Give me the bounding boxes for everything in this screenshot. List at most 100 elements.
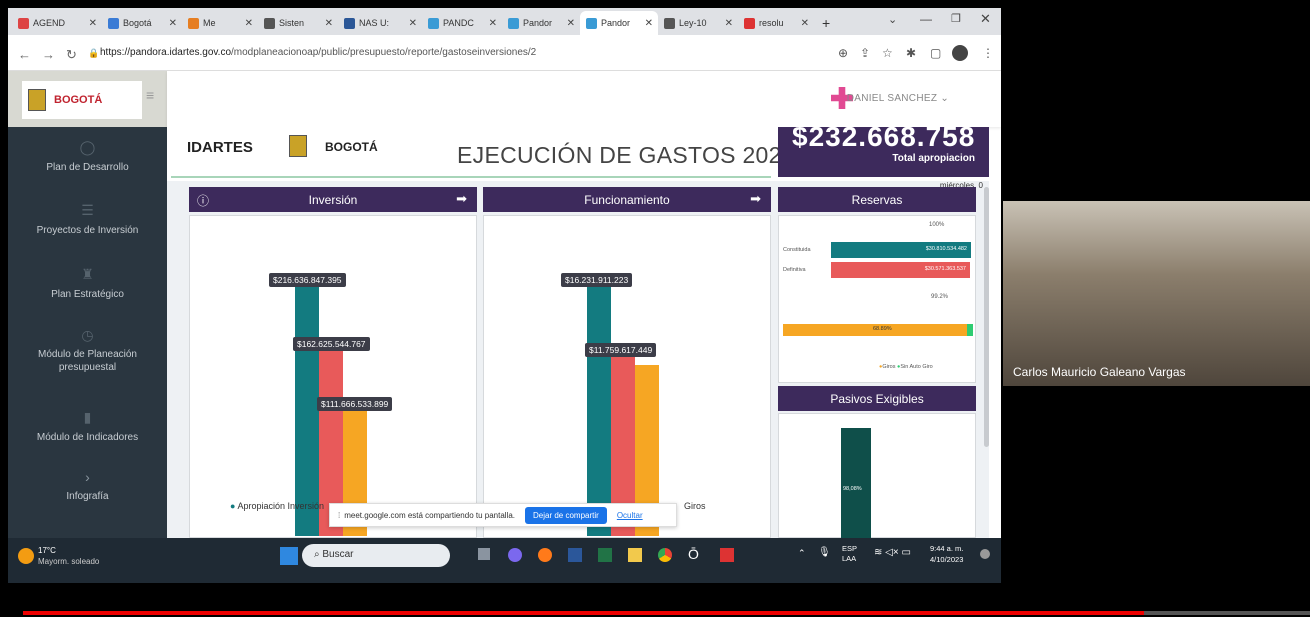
minimize-icon[interactable]: — — [920, 12, 932, 26]
sidebar-item-indicadores[interactable]: ▮ Módulo de Indicadores — [8, 409, 167, 443]
inversion-panel: $216.636.847.395 $162.625.544.767 $111.666… — [189, 215, 477, 538]
new-tab-button[interactable]: + — [816, 11, 836, 35]
browser-tab[interactable]: NAS U: ✕ — [338, 11, 422, 35]
info-icon[interactable]: ⓘ — [197, 192, 209, 209]
notification-icon[interactable] — [980, 549, 990, 559]
close-window-icon[interactable]: ✕ — [980, 11, 991, 27]
profile-avatar[interactable] — [952, 45, 968, 61]
forward-icon[interactable]: → — [42, 47, 55, 62]
reservas-legend: ●Giros ●Sin Auto Giro — [879, 364, 933, 370]
bogota-logo: BOGOTÁ — [325, 140, 378, 154]
total-amount-box: $232.668.758 Total apropiacion — [778, 121, 989, 177]
reserva-bar: $30.571.363.537 — [831, 262, 970, 278]
sidebar-item-proyectos[interactable]: ☰ Proyectos de Inversión — [8, 202, 167, 236]
url-input[interactable]: https://pandora.idartes.gov.co/modplanea… — [100, 47, 536, 58]
star-icon[interactable]: ☆ — [882, 46, 893, 60]
divider — [171, 176, 771, 178]
chevron-up-icon[interactable]: ⌃ — [798, 548, 806, 559]
address-bar-row: ← → ↻ 🔒 https://pandora.idartes.gov.co/m… — [8, 35, 1001, 71]
menu-icon[interactable]: ⋮ — [982, 46, 994, 60]
close-icon[interactable]: ✕ — [489, 18, 497, 29]
windows-start-icon[interactable] — [280, 547, 298, 565]
reservas-panel: 100% Constituida $30.810.534.482 Definit… — [778, 215, 976, 383]
share-icon[interactable]: ⇪ — [860, 46, 870, 60]
data-label: $11.759.617.449 — [585, 343, 657, 357]
browser-tab[interactable]: AGEND ✕ — [12, 11, 102, 35]
acrobat-icon[interactable] — [720, 548, 734, 562]
taskbar-search[interactable]: ⌕ Buscar — [302, 544, 450, 567]
scrollbar[interactable] — [984, 187, 989, 447]
site-icon — [586, 17, 597, 29]
chart-bar — [587, 281, 611, 536]
close-icon[interactable]: ✕ — [645, 18, 653, 29]
tab-search-icon[interactable]: ⌄ — [888, 13, 897, 26]
sidebar-item-plan-desarrollo[interactable]: ◯ Plan de Desarrollo — [8, 139, 167, 173]
giros-bar: 68.89% — [783, 324, 973, 336]
close-icon[interactable]: ✕ — [567, 18, 575, 29]
reload-icon[interactable]: ↻ — [66, 47, 77, 63]
sidebar-item-infografia[interactable]: › Infografía — [8, 469, 167, 502]
browser-tab[interactable]: Me ✕ — [182, 11, 258, 35]
top-bar: DANIEL SANCHEZ ⌄ — [167, 71, 1001, 127]
stop-sharing-button[interactable]: Dejar de compartir — [525, 506, 607, 524]
back-icon[interactable]: ← — [18, 47, 31, 62]
excel-icon[interactable] — [598, 548, 612, 562]
chrome-icon[interactable] — [658, 548, 672, 562]
data-label: $16.231.911.223 — [561, 273, 633, 287]
firefox-icon[interactable] — [538, 548, 552, 562]
site-icon — [508, 17, 519, 29]
site-icon — [264, 17, 275, 29]
file-explorer-icon[interactable] — [628, 548, 642, 562]
participant-name: Carlos Mauricio Galeano Vargas — [1013, 365, 1186, 379]
windows-taskbar: 17°C Mayorm. soleado ⌕ Buscar Ō ⌃ 🎙 ESP … — [8, 538, 1001, 583]
close-icon[interactable]: ✕ — [409, 18, 417, 29]
arrow-right-icon[interactable]: ➡ — [750, 191, 761, 207]
extensions-icon[interactable]: ✱ — [906, 46, 916, 60]
lock-icon: 🔒 — [88, 48, 100, 58]
restore-icon[interactable]: ❐ — [951, 12, 961, 25]
database-icon: ☰ — [81, 202, 94, 218]
browser-tab[interactable]: resolu ✕ — [738, 11, 814, 35]
pasivos-bar: 98,08% — [841, 428, 871, 538]
weather-icon — [18, 548, 34, 564]
data-label: $216.636.847.395 — [269, 273, 346, 287]
user-menu[interactable]: DANIEL SANCHEZ ⌄ — [847, 93, 949, 104]
hamburger-icon[interactable]: ≡ — [146, 87, 154, 103]
coat-of-arms-icon — [28, 89, 46, 111]
idartes-logo: IDARTES — [187, 139, 253, 156]
close-icon[interactable]: ✕ — [245, 18, 253, 29]
legend-item: ● Apropiación Inversión — [230, 501, 325, 511]
close-icon[interactable]: ✕ — [325, 18, 333, 29]
microphone-icon[interactable]: 🎙 — [818, 547, 831, 558]
legend-item: Giros — [684, 501, 706, 511]
browser-tab[interactable]: PANDC ✕ — [422, 11, 502, 35]
browser-tab[interactable]: Bogotá ✕ — [102, 11, 182, 35]
browser-tab[interactable]: Pandor ✕ — [502, 11, 580, 35]
word-icon[interactable] — [568, 548, 582, 562]
teams-icon[interactable] — [508, 548, 522, 562]
wifi-volume-battery-icon[interactable]: ≋ ◁× ▭ — [874, 547, 911, 558]
close-icon[interactable]: ✕ — [725, 18, 733, 29]
close-icon[interactable]: ✕ — [801, 18, 809, 29]
sidepanel-icon[interactable]: ▢ — [930, 46, 941, 60]
browser-tab[interactable]: Ley-10 ✕ — [658, 11, 738, 35]
zoom-icon[interactable]: ⊕ — [838, 46, 848, 60]
hide-link[interactable]: Ocultar — [617, 511, 643, 520]
app-icon[interactable]: Ō — [688, 546, 699, 562]
pasivos-header: Pasivos Exigibles — [778, 386, 976, 411]
app-icon[interactable] — [478, 548, 490, 560]
participant-video: Carlos Mauricio Galeano Vargas — [1003, 201, 1310, 386]
sidebar: BOGOTÁ ≡ ◯ Plan de Desarrollo ☰ Proyectos … — [8, 71, 167, 538]
sidebar-header: BOGOTÁ ≡ — [8, 71, 167, 127]
page-title: EJECUCIÓN DE GASTOS 2023 — [457, 142, 795, 168]
sidebar-item-planeacion[interactable]: ◷ Módulo de Planeación presupuestal — [8, 328, 167, 374]
drag-handle-icon[interactable]: ⁞ — [338, 511, 340, 520]
browser-tab[interactable]: Sisten ✕ — [258, 11, 338, 35]
arrow-right-icon[interactable]: ➡ — [456, 191, 467, 207]
bar-chart-icon: ▮ — [83, 409, 92, 425]
close-icon[interactable]: ✕ — [169, 18, 177, 29]
coat-of-arms-icon — [289, 135, 307, 157]
browser-tab-active[interactable]: Pandor ✕ — [580, 11, 658, 35]
close-icon[interactable]: ✕ — [89, 18, 97, 29]
sidebar-item-plan-estrategico[interactable]: ♜ Plan Estratégico — [8, 266, 167, 300]
